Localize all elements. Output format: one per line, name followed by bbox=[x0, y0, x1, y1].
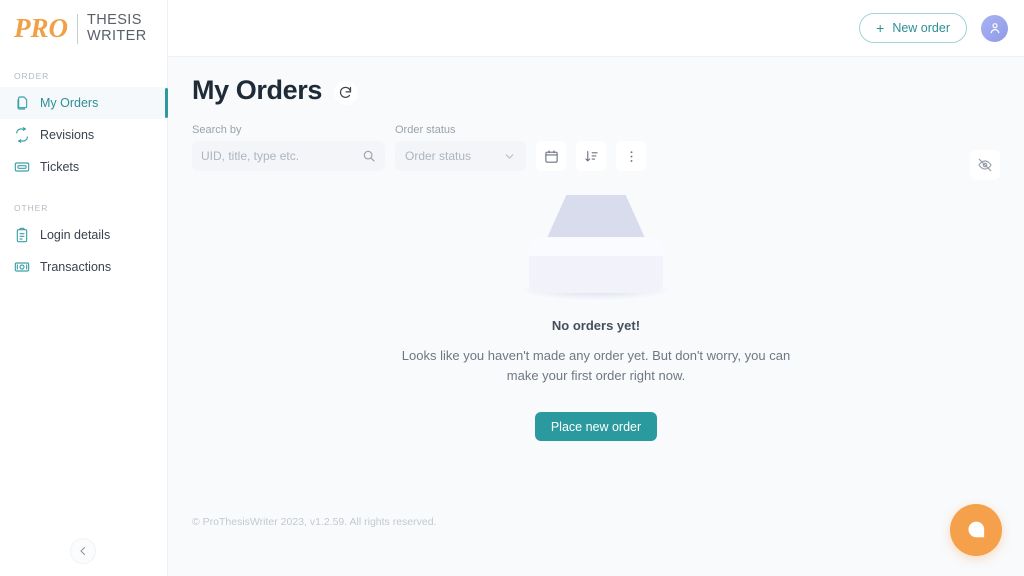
sidebar-nav: ORDER My Orders Revisions Tickets OTHER … bbox=[0, 57, 168, 283]
logo-line-1: THESIS bbox=[87, 12, 142, 28]
search-input-wrapper[interactable] bbox=[192, 141, 385, 171]
empty-inbox-tray-illustration bbox=[521, 195, 671, 300]
footer-copyright: © ProThesisWriter 2023, v1.2.59. All rig… bbox=[192, 516, 437, 528]
calendar-icon bbox=[544, 149, 558, 163]
sidebar-item-transactions[interactable]: Transactions bbox=[0, 251, 167, 283]
documents-icon bbox=[14, 95, 30, 111]
status-field-group: Order status Order status bbox=[395, 124, 526, 171]
user-icon bbox=[990, 23, 999, 34]
sidebar-item-label: Tickets bbox=[40, 160, 80, 174]
search-label: Search by bbox=[192, 124, 242, 136]
hide-columns-button[interactable] bbox=[970, 150, 1000, 180]
logo-line-2: WRITER bbox=[87, 27, 147, 44]
ticket-icon bbox=[14, 159, 30, 175]
order-status-label: Order status bbox=[395, 124, 456, 136]
clipboard-icon bbox=[14, 227, 30, 243]
page-title: My Orders bbox=[192, 75, 322, 105]
sidebar: PRO THESIS WRITER ORDER My Orders Revisi… bbox=[0, 0, 168, 576]
sidebar-item-tickets[interactable]: Tickets bbox=[0, 151, 167, 183]
chevron-down-icon bbox=[505, 153, 514, 159]
sort-descending-icon bbox=[584, 150, 598, 161]
new-order-label: New order bbox=[892, 21, 950, 35]
sidebar-item-my-orders[interactable]: My Orders bbox=[0, 87, 168, 119]
sidebar-item-label: Revisions bbox=[40, 128, 95, 142]
logo-divider bbox=[77, 13, 78, 44]
content-panel: My Orders Search by UID, title, type etc… bbox=[168, 57, 1024, 576]
sidebar-item-label: Transactions bbox=[40, 260, 112, 274]
filters-bar: Search by Order status Order status bbox=[192, 124, 1000, 171]
empty-state-title: No orders yet! bbox=[551, 318, 641, 333]
sidebar-item-label: My Orders bbox=[40, 96, 99, 110]
search-field-group: Search by bbox=[192, 124, 385, 171]
sort-button[interactable] bbox=[576, 141, 606, 171]
tray-front bbox=[529, 256, 663, 293]
chat-widget-button[interactable] bbox=[950, 504, 1002, 556]
eye-off-icon bbox=[978, 158, 992, 172]
date-filter-button[interactable] bbox=[536, 141, 566, 171]
chevron-left-icon bbox=[80, 546, 86, 556]
refresh-icon bbox=[340, 86, 352, 98]
page-header: My Orders bbox=[192, 75, 1000, 106]
topbar: + New order bbox=[168, 0, 1024, 57]
avatar[interactable] bbox=[981, 14, 1008, 42]
refresh-arrows-icon bbox=[14, 127, 30, 143]
chat-bubble-icon bbox=[968, 521, 985, 538]
more-options-button[interactable] bbox=[616, 141, 646, 171]
logo[interactable]: PRO THESIS WRITER bbox=[0, 0, 167, 57]
app-root: PRO THESIS WRITER ORDER My Orders Revisi… bbox=[0, 0, 1024, 576]
plus-icon: + bbox=[876, 20, 885, 36]
sidebar-group-spacer bbox=[0, 183, 167, 203]
sidebar-item-login-details[interactable]: Login details bbox=[0, 219, 167, 251]
refresh-orders-button[interactable] bbox=[333, 80, 358, 105]
sidebar-item-revisions[interactable]: Revisions bbox=[0, 119, 167, 151]
sidebar-group-label-other: OTHER bbox=[14, 203, 49, 213]
banknote-icon bbox=[14, 259, 30, 275]
place-new-order-button[interactable]: Place new order bbox=[534, 412, 658, 441]
main-area: + New order My Orders Search by UID, tit… bbox=[168, 0, 1024, 576]
sidebar-group-label-order: ORDER bbox=[14, 71, 50, 81]
new-order-button[interactable]: + New order bbox=[859, 13, 967, 43]
kebab-menu-icon bbox=[630, 150, 632, 162]
empty-state-description: Looks like you haven't made any order ye… bbox=[401, 348, 791, 383]
sidebar-item-label: Login details bbox=[40, 228, 111, 242]
logo-wordmark: THESIS WRITER bbox=[87, 12, 147, 44]
search-icon[interactable] bbox=[362, 149, 376, 163]
order-status-value: Order status bbox=[405, 149, 472, 163]
search-input[interactable] bbox=[201, 149, 362, 163]
sidebar-collapse-button[interactable] bbox=[70, 538, 96, 564]
logo-pro-text: PRO bbox=[14, 13, 68, 43]
order-status-select[interactable]: Order status bbox=[395, 141, 526, 171]
empty-state: No orders yet! Looks like you haven't ma… bbox=[192, 195, 1000, 441]
